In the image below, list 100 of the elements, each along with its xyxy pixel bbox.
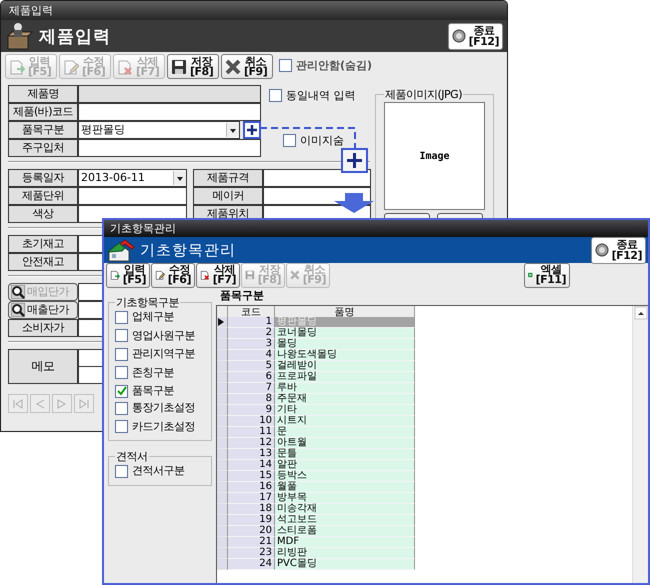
table-cell[interactable]: 기타 [275, 405, 415, 416]
document-icon [117, 58, 133, 74]
row-header-cell[interactable] [217, 559, 228, 570]
lookup-button[interactable]: 매출단가 [8, 301, 78, 319]
dropdown-field[interactable]: 평판몰딩 [78, 121, 240, 139]
floppy-icon [171, 58, 187, 74]
input-field[interactable] [78, 85, 261, 103]
table-cell[interactable]: PVC몰딩 [275, 559, 415, 570]
row-header-cell[interactable] [217, 394, 228, 405]
row-header-cell[interactable] [217, 383, 228, 394]
field-label: 등록일자 [8, 169, 78, 187]
checkbox[interactable]: 이미지숨 [283, 134, 344, 148]
row-header-cell[interactable] [217, 372, 228, 383]
checkbox[interactable]: 품목구분 [115, 384, 174, 398]
table-cell[interactable]: 석고보드 [275, 515, 415, 526]
checkbox[interactable]: 통장기초설정 [115, 401, 195, 415]
table-cell[interactable]: 아트월 [275, 438, 415, 449]
table-cell[interactable]: 주문재 [275, 394, 415, 405]
row-header-cell[interactable] [217, 317, 228, 328]
table-cell[interactable]: 걸레받이 [275, 361, 415, 372]
input-field[interactable] [78, 103, 261, 121]
plus-icon [246, 124, 258, 136]
table-cell[interactable]: 프로파일 [275, 372, 415, 383]
power-icon [594, 243, 609, 257]
close-button[interactable]: 종료 [F12] [590, 236, 646, 264]
row-header-cell[interactable] [217, 405, 228, 416]
table-cell: 7 [228, 383, 275, 394]
excel-button[interactable]: 엑셀 [F11] [524, 262, 570, 288]
checkbox[interactable]: 영업사원구분 [115, 328, 195, 342]
checkbox[interactable]: 관리지역구분 [115, 347, 195, 361]
check-icon [116, 386, 126, 396]
row-header-cell[interactable] [217, 361, 228, 372]
table-cell[interactable]: 시트지 [275, 416, 415, 427]
save-button[interactable]: 저장 [F8] [167, 54, 219, 79]
table-cell: 8 [228, 394, 275, 405]
row-header-cell[interactable] [217, 526, 228, 537]
checkbox[interactable]: 견적서구분 [115, 464, 184, 478]
row-header-cell[interactable] [217, 350, 228, 361]
checkbox[interactable]: 존칭구분 [115, 366, 174, 380]
row-header-cell[interactable] [217, 515, 228, 526]
table-cell[interactable]: 문 [275, 427, 415, 438]
table-cell[interactable]: 코너몰딩 [275, 328, 415, 339]
table-cell[interactable]: 월풀 [275, 482, 415, 493]
scrollbar[interactable] [632, 306, 648, 583]
checkbox[interactable]: 업체구분 [115, 310, 174, 324]
table-cell[interactable]: 스티로폼 [275, 526, 415, 537]
table-cell[interactable]: 몰딩 [275, 339, 415, 350]
table-cell: 15 [228, 471, 275, 482]
table-cell[interactable]: 나왕도색몰딩 [275, 350, 415, 361]
field-label: 소비자가 [8, 319, 78, 337]
table-cell: 11 [228, 427, 275, 438]
delete-button[interactable]: 삭제 [F7] [196, 262, 240, 288]
row-header-cell[interactable] [217, 339, 228, 350]
table-cell[interactable]: MDF [275, 537, 415, 548]
window-heading: 기초항목관리 [140, 240, 236, 260]
magnifier-icon [11, 303, 25, 317]
table-cell: 10 [228, 416, 275, 427]
checkbox[interactable]: 관리안함(숨김) [279, 58, 372, 72]
input-field[interactable] [78, 139, 261, 157]
table-cell[interactable]: 미송각재 [275, 504, 415, 515]
row-header-cell[interactable] [217, 504, 228, 515]
row-header-cell[interactable] [217, 537, 228, 548]
table-cell: 6 [228, 372, 275, 383]
group-title: 견적서 [115, 449, 148, 464]
table-cell: 24 [228, 559, 275, 570]
date-field[interactable]: 2013-06-11 [78, 169, 187, 187]
field-label: 제품(바)코드 [8, 103, 78, 121]
row-header-cell[interactable] [217, 449, 228, 460]
checkbox[interactable]: 동일내역 입력 [269, 88, 356, 102]
row-header-cell[interactable] [217, 460, 228, 471]
table-cell: 4 [228, 350, 275, 361]
house-icon [107, 238, 135, 262]
row-header-cell[interactable] [217, 482, 228, 493]
row-header-cell[interactable] [217, 328, 228, 339]
add-button[interactable] [243, 121, 261, 139]
row-header-cell[interactable] [217, 493, 228, 504]
table-cell[interactable]: 등박스 [275, 471, 415, 482]
row-header-cell[interactable] [217, 427, 228, 438]
magnifier-icon [11, 285, 25, 299]
new-button[interactable]: 입력 [F5] [106, 262, 150, 288]
table-cell[interactable]: 알판 [275, 460, 415, 471]
table-cell[interactable]: 리빙판 [275, 548, 415, 559]
table-cell: 21 [228, 537, 275, 548]
field-label: 메이커 [193, 187, 263, 205]
input-field[interactable] [78, 187, 187, 205]
close-button[interactable]: 종료 [F12] [448, 22, 503, 50]
input-field[interactable] [263, 169, 371, 187]
skip-back-icon [11, 396, 25, 410]
table-cell: 17 [228, 493, 275, 504]
power-icon [452, 29, 466, 43]
row-header-cell[interactable] [217, 416, 228, 427]
row-header-cell[interactable] [217, 471, 228, 482]
row-header-cell[interactable] [217, 438, 228, 449]
table-cell[interactable]: 루바 [275, 383, 415, 394]
checkbox[interactable]: 카드기초설정 [115, 420, 195, 434]
edit-button[interactable]: 수정 [F6] [151, 262, 195, 288]
row-header-cell[interactable] [217, 548, 228, 559]
cancel-button[interactable]: 취소 [F9] [221, 54, 273, 79]
table-cell[interactable]: 문틀 [275, 449, 415, 460]
table-cell[interactable]: 방부목 [275, 493, 415, 504]
